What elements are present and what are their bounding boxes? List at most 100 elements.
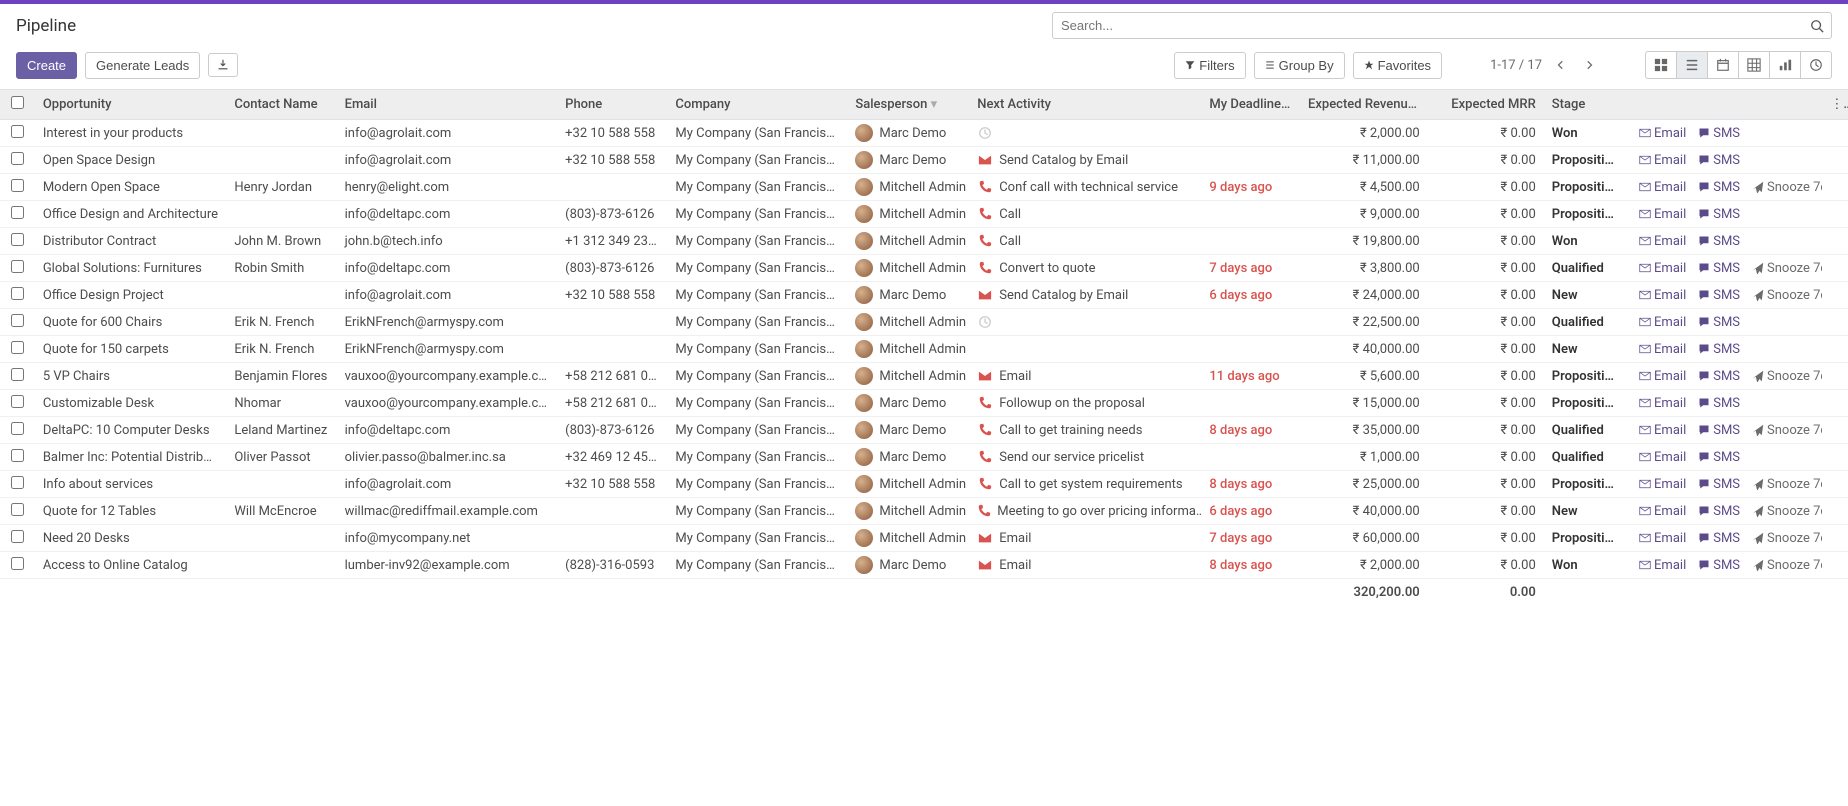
sms-link[interactable]: SMS (1698, 558, 1740, 573)
email-link[interactable]: Email (1639, 234, 1686, 249)
email-link[interactable]: Email (1639, 504, 1686, 519)
row-checkbox[interactable] (11, 314, 24, 327)
filters-button[interactable]: Filters (1174, 52, 1245, 79)
view-activity[interactable] (1800, 51, 1832, 79)
search-icon[interactable] (1810, 19, 1824, 33)
sms-link[interactable]: SMS (1698, 504, 1740, 519)
email-link[interactable]: Email (1639, 288, 1686, 303)
view-list[interactable] (1676, 51, 1708, 79)
sms-link[interactable]: SMS (1698, 153, 1740, 168)
table-row[interactable]: Office Design Project info@agrolait.com … (0, 282, 1848, 309)
pager-prev[interactable] (1552, 60, 1570, 70)
sms-link[interactable]: SMS (1698, 450, 1740, 465)
row-checkbox[interactable] (11, 530, 24, 543)
table-row[interactable]: Open Space Design info@agrolait.com +32 … (0, 147, 1848, 174)
snooze-link[interactable]: Snooze 7d (1752, 288, 1822, 303)
email-link[interactable]: Email (1639, 180, 1686, 195)
email-link[interactable]: Email (1639, 126, 1686, 141)
view-calendar[interactable] (1707, 51, 1739, 79)
favorites-button[interactable]: Favorites (1353, 52, 1442, 79)
row-checkbox[interactable] (11, 287, 24, 300)
cell-activity[interactable]: Call (977, 234, 1193, 249)
email-link[interactable]: Email (1639, 153, 1686, 168)
col-mrr[interactable]: Expected MRR (1428, 90, 1544, 120)
cell-activity[interactable]: Send Catalog by Email (977, 288, 1193, 303)
cell-activity[interactable]: Call (977, 207, 1193, 222)
email-link[interactable]: Email (1639, 450, 1686, 465)
col-deadline[interactable]: My Deadline… (1201, 90, 1300, 120)
email-link[interactable]: Email (1639, 531, 1686, 546)
table-row[interactable]: Quote for 12 Tables Will McEncroe willma… (0, 498, 1848, 525)
snooze-link[interactable]: Snooze 7d (1752, 504, 1822, 519)
table-row[interactable]: Customizable Desk Nhomar vauxoo@yourcomp… (0, 390, 1848, 417)
table-row[interactable]: Balmer Inc: Potential Distribu… Oliver P… (0, 444, 1848, 471)
col-revenue[interactable]: Expected Revenue… (1300, 90, 1428, 120)
row-checkbox[interactable] (11, 476, 24, 489)
cell-activity[interactable]: Email (977, 369, 1193, 384)
table-row[interactable]: Access to Online Catalog lumber-inv92@ex… (0, 552, 1848, 579)
col-contact[interactable]: Contact Name (226, 90, 336, 120)
row-checkbox[interactable] (11, 395, 24, 408)
row-checkbox[interactable] (11, 368, 24, 381)
sms-link[interactable]: SMS (1698, 396, 1740, 411)
group-by-button[interactable]: Group By (1254, 52, 1345, 79)
col-activity[interactable]: Next Activity (969, 90, 1201, 120)
select-all-checkbox[interactable] (11, 96, 24, 109)
cell-activity[interactable] (977, 126, 1193, 140)
cell-activity[interactable]: Conf call with technical service (977, 180, 1193, 195)
cell-activity[interactable] (977, 315, 1193, 329)
email-link[interactable]: Email (1639, 558, 1686, 573)
sms-link[interactable]: SMS (1698, 126, 1740, 141)
sms-link[interactable]: SMS (1698, 477, 1740, 492)
sms-link[interactable]: SMS (1698, 261, 1740, 276)
sms-link[interactable]: SMS (1698, 288, 1740, 303)
sms-link[interactable]: SMS (1698, 423, 1740, 438)
sms-link[interactable]: SMS (1698, 207, 1740, 222)
col-company[interactable]: Company (667, 90, 847, 120)
table-row[interactable]: Info about services info@agrolait.com +3… (0, 471, 1848, 498)
row-checkbox[interactable] (11, 233, 24, 246)
view-pivot[interactable] (1738, 51, 1770, 79)
table-row[interactable]: Quote for 150 carpets Erik N. French Eri… (0, 336, 1848, 363)
snooze-link[interactable]: Snooze 7d (1752, 531, 1822, 546)
sms-link[interactable]: SMS (1698, 531, 1740, 546)
cell-activity[interactable]: Meeting to go over pricing informa… (977, 504, 1193, 519)
cell-activity[interactable]: Call to get system requirements (977, 477, 1193, 492)
pager-next[interactable] (1580, 60, 1598, 70)
table-row[interactable]: Need 20 Desks info@mycompany.net My Comp… (0, 525, 1848, 552)
row-checkbox[interactable] (11, 260, 24, 273)
search-input[interactable] (1052, 12, 1832, 39)
row-checkbox[interactable] (11, 449, 24, 462)
col-phone[interactable]: Phone (557, 90, 667, 120)
email-link[interactable]: Email (1639, 342, 1686, 357)
email-link[interactable]: Email (1639, 477, 1686, 492)
view-kanban[interactable] (1645, 51, 1677, 79)
col-salesperson[interactable]: Salesperson ▾ (847, 90, 969, 120)
sms-link[interactable]: SMS (1698, 342, 1740, 357)
row-checkbox[interactable] (11, 152, 24, 165)
col-options[interactable]: ⋮ (1822, 90, 1848, 120)
table-row[interactable]: Office Design and Architecture info@delt… (0, 201, 1848, 228)
sms-link[interactable]: SMS (1698, 180, 1740, 195)
snooze-link[interactable]: Snooze 7d (1752, 423, 1822, 438)
table-row[interactable]: Quote for 600 Chairs Erik N. French Erik… (0, 309, 1848, 336)
row-checkbox[interactable] (11, 557, 24, 570)
snooze-link[interactable]: Snooze 7d (1752, 369, 1822, 384)
cell-activity[interactable]: Followup on the proposal (977, 396, 1193, 411)
row-checkbox[interactable] (11, 206, 24, 219)
cell-activity[interactable]: Email (977, 558, 1193, 573)
import-button[interactable] (208, 53, 238, 77)
view-graph[interactable] (1769, 51, 1801, 79)
table-row[interactable]: Modern Open Space Henry Jordan henry@eli… (0, 174, 1848, 201)
generate-leads-button[interactable]: Generate Leads (85, 52, 200, 79)
row-checkbox[interactable] (11, 422, 24, 435)
col-email[interactable]: Email (337, 90, 558, 120)
col-stage[interactable]: Stage (1544, 90, 1625, 120)
row-checkbox[interactable] (11, 125, 24, 138)
table-row[interactable]: 5 VP Chairs Benjamin Flores vauxoo@yourc… (0, 363, 1848, 390)
cell-activity[interactable]: Email (977, 531, 1193, 546)
email-link[interactable]: Email (1639, 423, 1686, 438)
email-link[interactable]: Email (1639, 207, 1686, 222)
table-row[interactable]: Interest in your products info@agrolait.… (0, 120, 1848, 147)
snooze-link[interactable]: Snooze 7d (1752, 558, 1822, 573)
